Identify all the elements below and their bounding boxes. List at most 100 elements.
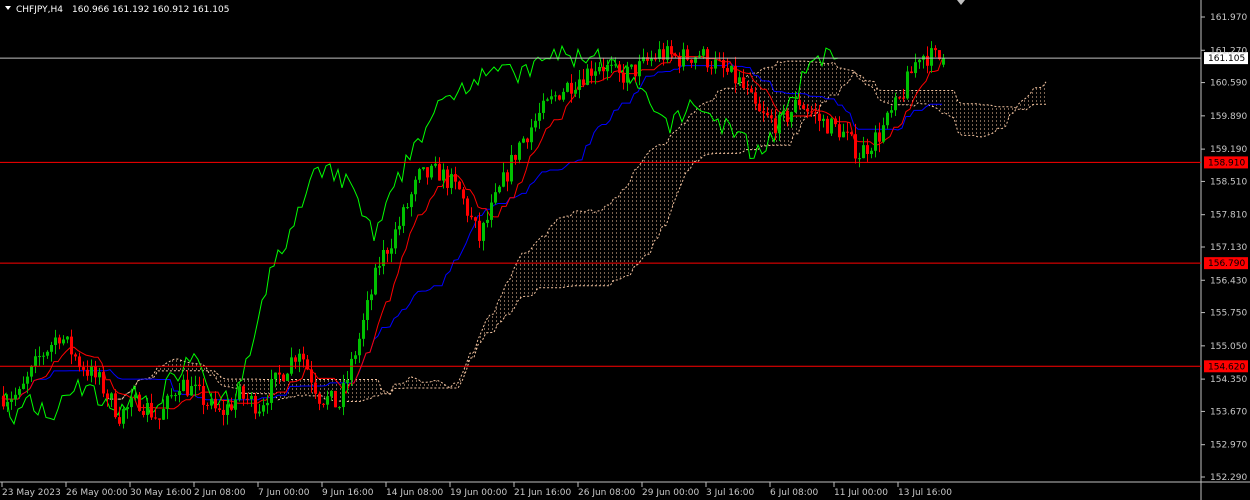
candle xyxy=(830,117,833,136)
candle-body xyxy=(310,369,313,383)
candle-body xyxy=(130,397,133,408)
x-tick-label: 21 Jun 16:00 xyxy=(514,488,571,498)
candle-body xyxy=(178,391,181,396)
x-tick-label: 9 Jun 16:00 xyxy=(322,488,374,498)
candle-body xyxy=(342,382,345,408)
y-tick-label: 155.750 xyxy=(1210,309,1247,319)
x-tick-label: 23 May 2023 xyxy=(2,488,61,498)
candle-body xyxy=(106,393,109,399)
candle-body xyxy=(174,395,177,397)
candle-body xyxy=(862,145,865,159)
candle-body xyxy=(890,110,893,113)
candle-body xyxy=(894,97,897,111)
candle-body xyxy=(782,110,785,115)
candle-body xyxy=(62,339,65,344)
candle-body xyxy=(486,219,489,223)
candle-body xyxy=(570,82,573,94)
candle-body xyxy=(630,64,633,67)
candle-body xyxy=(110,393,113,399)
y-tick-label: 154.350 xyxy=(1210,375,1247,385)
candle-body xyxy=(346,379,349,383)
candle-body xyxy=(830,118,833,134)
candle-body xyxy=(910,71,913,74)
candle-body xyxy=(714,59,717,69)
candle-body xyxy=(722,60,725,69)
y-tick-label: 156.430 xyxy=(1210,276,1247,286)
candle-body xyxy=(338,407,341,409)
candle-body xyxy=(90,366,93,376)
candle-body xyxy=(810,111,813,113)
candle-body xyxy=(538,112,541,121)
candle-body xyxy=(882,125,885,142)
candle-body xyxy=(58,337,61,344)
candle-body xyxy=(710,67,713,69)
candle-body xyxy=(866,145,869,155)
y-tick-label: 161.270 xyxy=(1210,46,1247,56)
candle-body xyxy=(678,55,681,67)
candle-body xyxy=(498,186,501,193)
candle-body xyxy=(490,202,493,220)
candle-body xyxy=(842,131,845,138)
candle-body xyxy=(378,266,381,268)
candle-body xyxy=(854,134,857,159)
candle-body xyxy=(758,103,761,112)
candle-body xyxy=(330,390,333,397)
candle-body xyxy=(518,142,521,160)
candle xyxy=(430,163,433,180)
x-tick-label: 26 May 00:00 xyxy=(66,488,128,498)
x-tick-label: 2 Jun 08:00 xyxy=(194,488,246,498)
candle-body xyxy=(374,267,377,295)
candle xyxy=(374,263,377,296)
x-tick-label: 13 Jul 16:00 xyxy=(898,488,952,498)
candle-body xyxy=(18,388,21,395)
candle-body xyxy=(262,405,265,412)
candle xyxy=(938,50,941,61)
candle-body xyxy=(390,248,393,254)
candle-body xyxy=(270,379,273,403)
candle-body xyxy=(2,395,5,407)
candle-body xyxy=(266,402,269,406)
candle-body xyxy=(202,386,205,405)
candle-body xyxy=(30,366,33,377)
x-tick-label: 30 May 16:00 xyxy=(130,488,192,498)
candle-body xyxy=(334,390,337,408)
candle-body xyxy=(698,55,701,58)
candle-body xyxy=(258,411,261,414)
candle-body xyxy=(918,59,921,63)
level-price-label: 158.910 xyxy=(1208,158,1245,168)
candle-body xyxy=(550,96,553,100)
candle-body xyxy=(790,112,793,122)
x-tick-label: 14 Jun 08:00 xyxy=(386,488,443,498)
chart-area[interactable]: 158.910156.790154.620161.105 161.970161.… xyxy=(0,0,1250,500)
candle-body xyxy=(366,300,369,320)
candle-body xyxy=(278,372,281,375)
candle-body xyxy=(734,65,737,84)
candle-body xyxy=(66,336,69,340)
candle-body xyxy=(846,131,849,133)
candle xyxy=(458,180,461,190)
candle-body xyxy=(226,404,229,415)
x-tick-label: 11 Jul 00:00 xyxy=(834,488,888,498)
candle-body xyxy=(190,386,193,396)
candle xyxy=(138,392,141,412)
candle-body xyxy=(534,120,537,128)
candle-body xyxy=(290,357,293,374)
candle-body xyxy=(150,402,153,418)
candle-body xyxy=(474,217,477,221)
candle-body xyxy=(870,150,873,155)
candle-body xyxy=(914,62,917,74)
candle-body xyxy=(406,207,409,209)
candle-body xyxy=(638,61,641,77)
candle-body xyxy=(590,68,593,76)
candle-body xyxy=(482,222,485,241)
candle-body xyxy=(118,417,121,424)
candle-body xyxy=(786,110,789,122)
candle-body xyxy=(370,294,373,301)
candle-body xyxy=(850,132,853,135)
candle-body xyxy=(494,192,497,203)
candle xyxy=(730,65,733,73)
candle-body xyxy=(658,49,661,59)
candle-body xyxy=(10,399,13,402)
candle-body xyxy=(154,417,157,419)
candle-body xyxy=(934,48,937,51)
